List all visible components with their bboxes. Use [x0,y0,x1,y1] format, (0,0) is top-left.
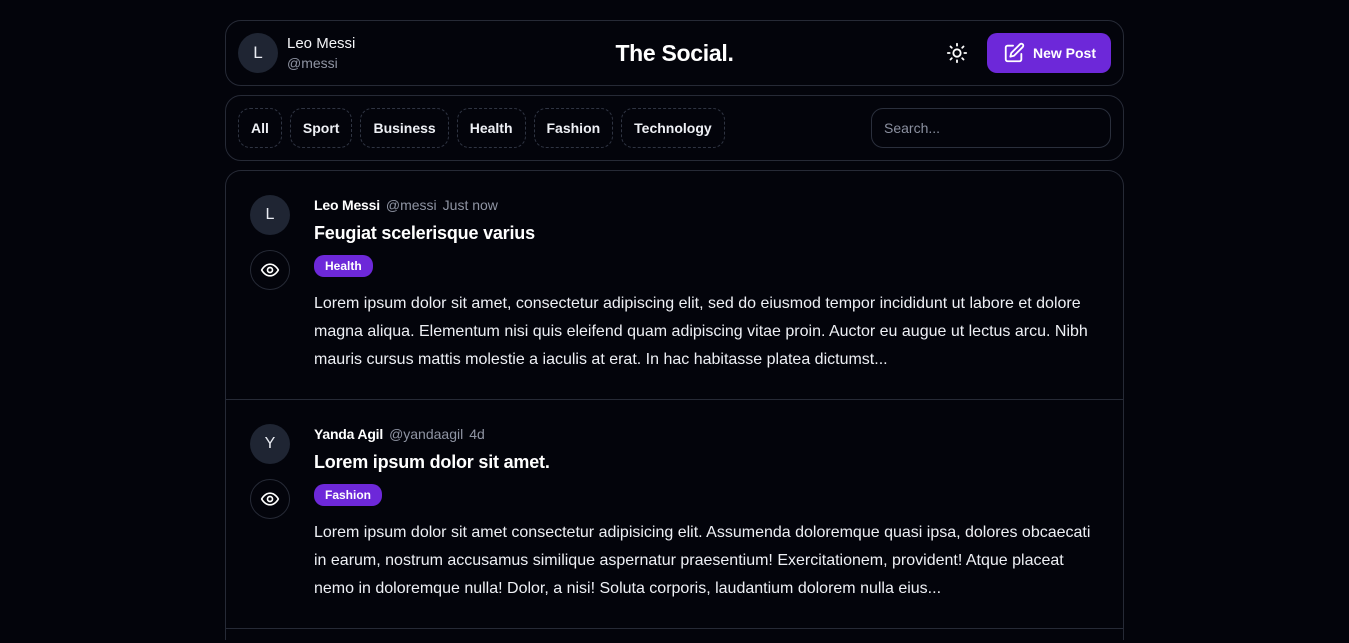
theme-toggle-button[interactable] [945,41,969,65]
post-excerpt: Lorem ipsum dolor sit amet, consectetur … [314,295,1088,368]
post-author[interactable]: Yanda Agil [314,426,383,442]
category-badge[interactable]: Health [314,255,373,277]
brand-logo[interactable]: The Social. [615,40,733,67]
sun-icon [946,42,968,64]
category-badge[interactable]: Fashion [314,484,383,506]
post-excerpt: Lorem ipsum dolor sit amet consectetur a… [314,524,1091,597]
post-title[interactable]: Lorem ipsum dolor sit amet. [314,452,1099,473]
user-handle: @messi [287,55,338,71]
post-time: 4d [469,426,485,442]
post-handle: @yandaagil [389,426,464,442]
post-feed: L Leo Messi @messi Just now Feugiat scel… [225,170,1124,640]
eye-icon [260,492,280,506]
current-user[interactable]: L Leo Messi @messi [238,33,355,73]
filter-bar: All Sport Business Health Fashion Techno… [225,95,1124,161]
category-filters: All Sport Business Health Fashion Techno… [238,108,725,148]
post-content: Yanda Agil @yandaagil 4d Lorem ipsum dol… [314,424,1099,603]
app: L Leo Messi @messi The Social. New Post … [225,20,1124,640]
new-post-label: New Post [1032,45,1096,61]
post-card[interactable]: L Leo Messi @messi Just now Feugiat scel… [226,171,1123,400]
post-title[interactable]: Feugiat scelerisque varius [314,223,1099,244]
new-post-button[interactable]: New Post [986,33,1111,73]
search-input[interactable] [871,108,1111,148]
header-actions: New Post [945,33,1111,73]
user-info: Leo Messi @messi [287,35,355,71]
user-name: Leo Messi [287,35,356,52]
avatar[interactable]: L [238,33,278,73]
post-actions: Y [250,424,314,603]
post-meta: Leo Messi @messi Just now [314,197,1099,213]
post-content: Leo Messi @messi Just now Feugiat sceler… [314,195,1099,374]
category-business[interactable]: Business [360,108,449,148]
category-technology[interactable]: Technology [621,108,725,148]
category-fashion[interactable]: Fashion [533,108,614,148]
category-health[interactable]: Health [456,108,526,148]
eye-icon [260,263,280,277]
post-time: Just now [442,197,498,213]
view-post-button[interactable] [250,479,290,519]
post-meta: Yanda Agil @yandaagil 4d [314,426,1099,442]
view-post-button[interactable] [250,250,290,290]
avatar[interactable]: L [250,195,290,235]
post-actions: L [250,195,314,374]
top-header: L Leo Messi @messi The Social. New Post [225,20,1124,86]
post-author[interactable]: Leo Messi [314,197,380,213]
category-all[interactable]: All [238,108,282,148]
category-sport[interactable]: Sport [289,108,353,148]
edit-icon [1004,42,1025,63]
post-card[interactable]: Y Yanda Agil @yandaagil 4d Lorem ipsum d… [226,400,1123,629]
post-handle: @messi [385,197,437,213]
avatar[interactable]: Y [250,424,290,464]
